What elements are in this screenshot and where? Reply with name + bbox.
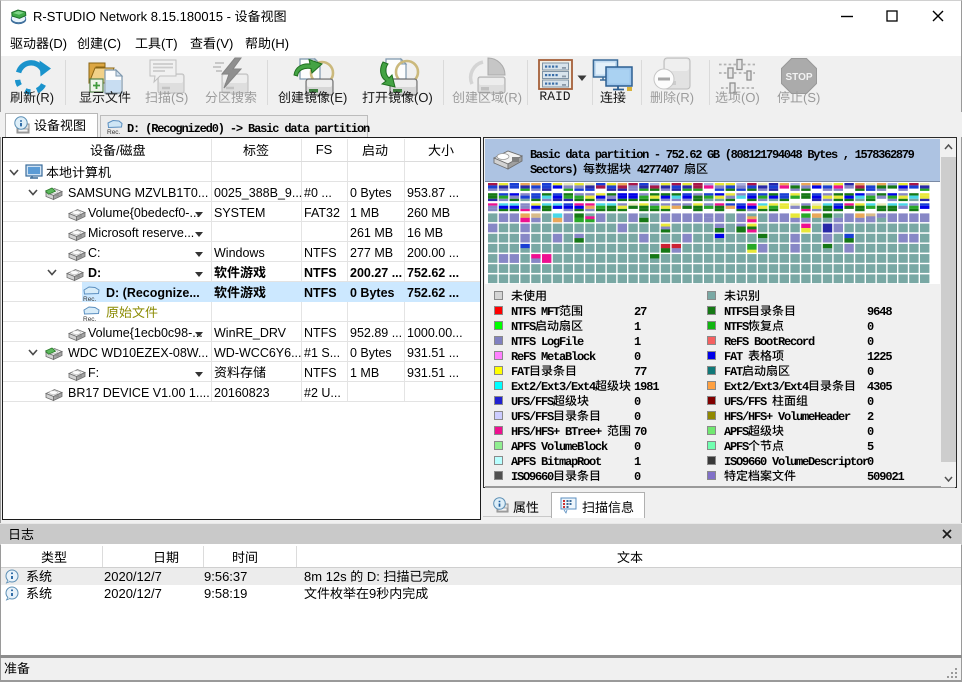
svg-text:Rec.: Rec. <box>83 316 97 323</box>
svg-text:STOP: STOP <box>785 72 812 83</box>
svg-text:Rec.: Rec. <box>83 296 97 303</box>
svg-text:Rec.: Rec. <box>107 129 121 136</box>
